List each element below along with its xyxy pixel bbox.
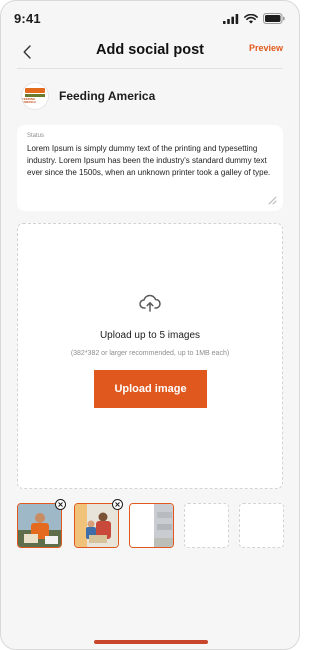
- navigation-bar: Add social post Preview: [1, 35, 299, 69]
- upload-image-button[interactable]: Upload image: [94, 370, 207, 408]
- battery-icon: [263, 13, 285, 24]
- photo-food-bank-icon: [75, 504, 118, 547]
- status-icons: [223, 13, 285, 24]
- organization-row: FEEDING AMERICA Feeding America: [21, 79, 155, 113]
- close-icon: [115, 502, 120, 507]
- thumbnail-strip: [17, 499, 287, 549]
- upload-hint: (382*382 or larger recommended, up to 1M…: [70, 350, 230, 357]
- status-label: Status: [27, 133, 45, 139]
- signal-icon: [223, 13, 239, 24]
- cloud-upload-icon: [139, 294, 161, 312]
- organization-logo: FEEDING AMERICA: [21, 82, 49, 110]
- thumbnail-2[interactable]: [74, 499, 123, 548]
- resize-handle-icon[interactable]: [267, 195, 277, 205]
- thumbnail-image: [17, 503, 62, 548]
- home-indicator: [94, 640, 208, 644]
- status-text[interactable]: Lorem Ipsum is simply dummy text of the …: [27, 143, 273, 179]
- logo-banner: [25, 88, 45, 93]
- photo-volunteer-icon: [18, 504, 61, 547]
- empty-thumbnail-slot[interactable]: [184, 503, 229, 548]
- thumbnail-image: [74, 503, 119, 548]
- photo-building-icon: [130, 504, 173, 547]
- remove-thumbnail-button[interactable]: [112, 499, 123, 510]
- close-icon: [58, 502, 63, 507]
- thumbnail-3[interactable]: [129, 503, 174, 548]
- status-bar: 9:41: [1, 1, 299, 35]
- remove-thumbnail-button[interactable]: [55, 499, 66, 510]
- status-textarea[interactable]: Status Lorem Ipsum is simply dummy text …: [17, 125, 283, 211]
- organization-name: Feeding America: [59, 89, 156, 103]
- image-upload-dropzone[interactable]: Upload up to 5 images (382*382 or larger…: [17, 223, 283, 489]
- thumbnail-1[interactable]: [17, 499, 66, 548]
- preview-link[interactable]: Preview: [249, 43, 283, 53]
- upload-title: Upload up to 5 images: [99, 330, 201, 341]
- status-time: 9:41: [14, 11, 41, 26]
- header-divider: [17, 68, 283, 69]
- phone-screen: 9:41 Add social post Preview FEEDING AME…: [0, 0, 300, 650]
- logo-text: FEEDING AMERICA: [22, 97, 36, 104]
- thumbnail-image: [129, 503, 174, 548]
- empty-thumbnail-slot[interactable]: [239, 503, 284, 548]
- wifi-icon: [244, 13, 258, 24]
